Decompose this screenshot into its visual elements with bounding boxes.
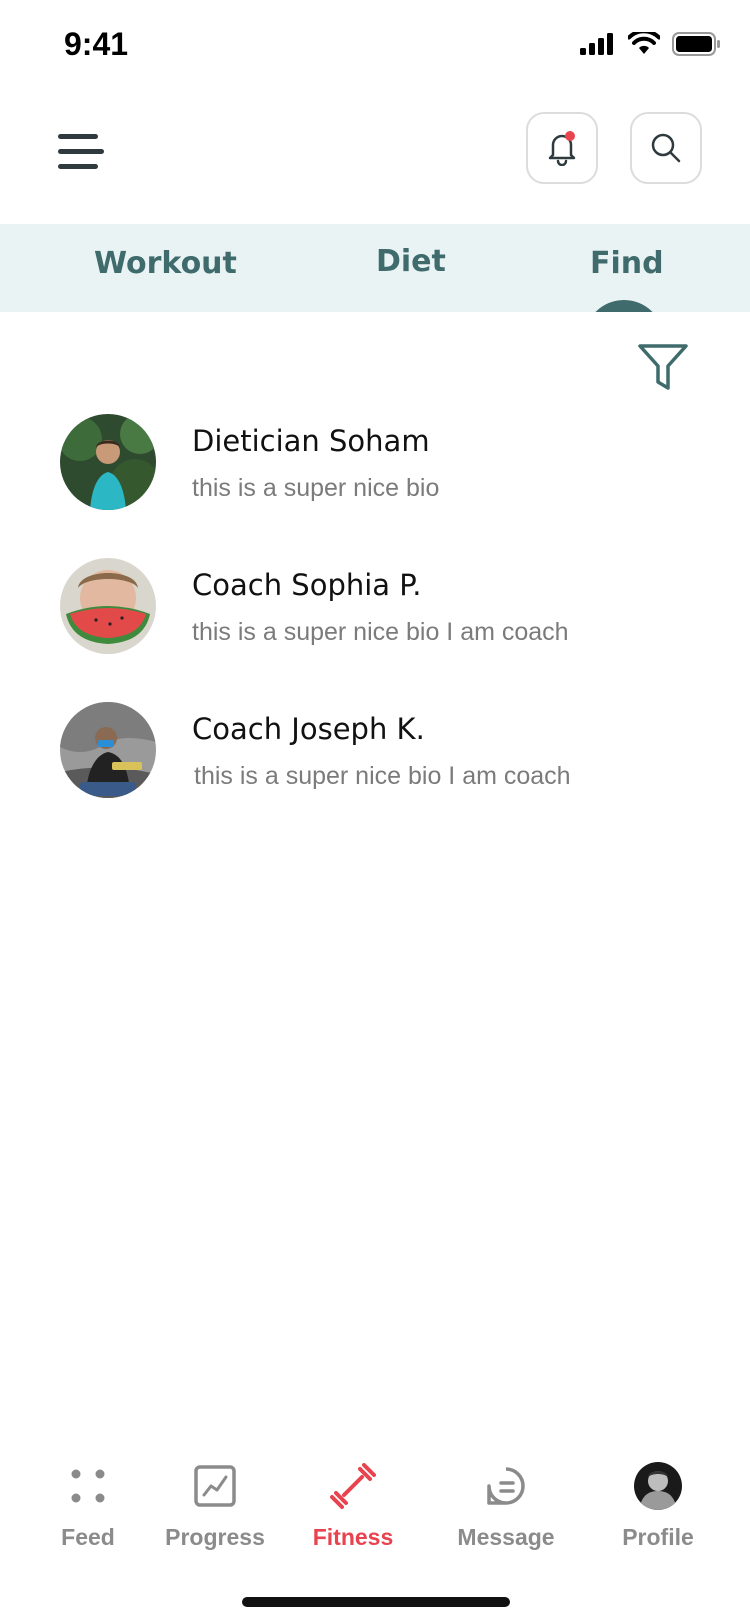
dumbbell-icon: [327, 1460, 379, 1512]
nav-label: Progress: [165, 1524, 265, 1550]
tab-find[interactable]: Find: [590, 246, 664, 281]
nav-item-profile[interactable]: Profile: [616, 1460, 700, 1551]
avatar: [632, 1460, 684, 1512]
coach-list: Dietician Soham this is a super nice bio…: [0, 410, 750, 842]
status-icons: [580, 32, 720, 56]
avatar: [60, 702, 156, 798]
status-bar: 9:41: [0, 0, 750, 92]
wifi-icon: [628, 32, 660, 54]
tab-diet[interactable]: Diet: [376, 244, 446, 279]
home-indicator: [242, 1597, 510, 1607]
battery-icon: [672, 32, 720, 56]
notification-dot: [565, 131, 575, 141]
chart-icon: [189, 1460, 241, 1512]
header: [0, 100, 750, 220]
bell-icon: [548, 131, 576, 166]
coach-name: Coach Sophia P.: [192, 568, 422, 602]
chat-bubble-icon: [480, 1460, 532, 1512]
avatar: [60, 558, 156, 654]
list-item[interactable]: Dietician Soham this is a super nice bio: [0, 410, 750, 554]
status-time: 9:41: [64, 26, 129, 62]
active-tab-indicator: [584, 300, 664, 312]
menu-line: [58, 149, 104, 154]
filter-icon: [638, 344, 688, 390]
coach-bio: this is a super nice bio: [192, 474, 440, 502]
coach-bio: this is a super nice bio I am coach: [192, 618, 569, 646]
filter-button[interactable]: [636, 342, 690, 396]
dots-grid-icon: [62, 1460, 114, 1512]
nav-label: Feed: [61, 1524, 115, 1550]
coach-name: Dietician Soham: [192, 424, 430, 458]
nav-item-message[interactable]: Message: [454, 1460, 558, 1551]
search-icon: [651, 133, 681, 163]
nav-label: Profile: [622, 1524, 694, 1550]
nav-label: Message: [457, 1524, 555, 1550]
menu-line: [58, 164, 98, 169]
menu-button[interactable]: [52, 124, 108, 180]
coach-bio: this is a super nice bio I am coach: [194, 762, 571, 790]
hamburger-menu-icon: [58, 134, 98, 139]
list-item[interactable]: Coach Joseph K. this is a super nice bio…: [0, 698, 750, 842]
nav-item-fitness[interactable]: Fitness: [308, 1460, 398, 1551]
tab-workout[interactable]: Workout: [94, 246, 237, 281]
search-button[interactable]: [630, 112, 702, 184]
nav-item-feed[interactable]: Feed: [56, 1460, 120, 1551]
cellular-signal-icon: [580, 33, 613, 55]
nav-label: Fitness: [312, 1524, 394, 1550]
bottom-navigation: Feed Progress Fitness Message Profile: [0, 1460, 750, 1570]
coach-name: Coach Joseph K.: [192, 712, 425, 746]
notification-button[interactable]: [526, 112, 598, 184]
tab-bar: Workout Diet Find: [0, 224, 750, 312]
avatar: [60, 414, 156, 510]
list-item[interactable]: Coach Sophia P. this is a super nice bio…: [0, 554, 750, 698]
nav-item-progress[interactable]: Progress: [162, 1460, 268, 1551]
